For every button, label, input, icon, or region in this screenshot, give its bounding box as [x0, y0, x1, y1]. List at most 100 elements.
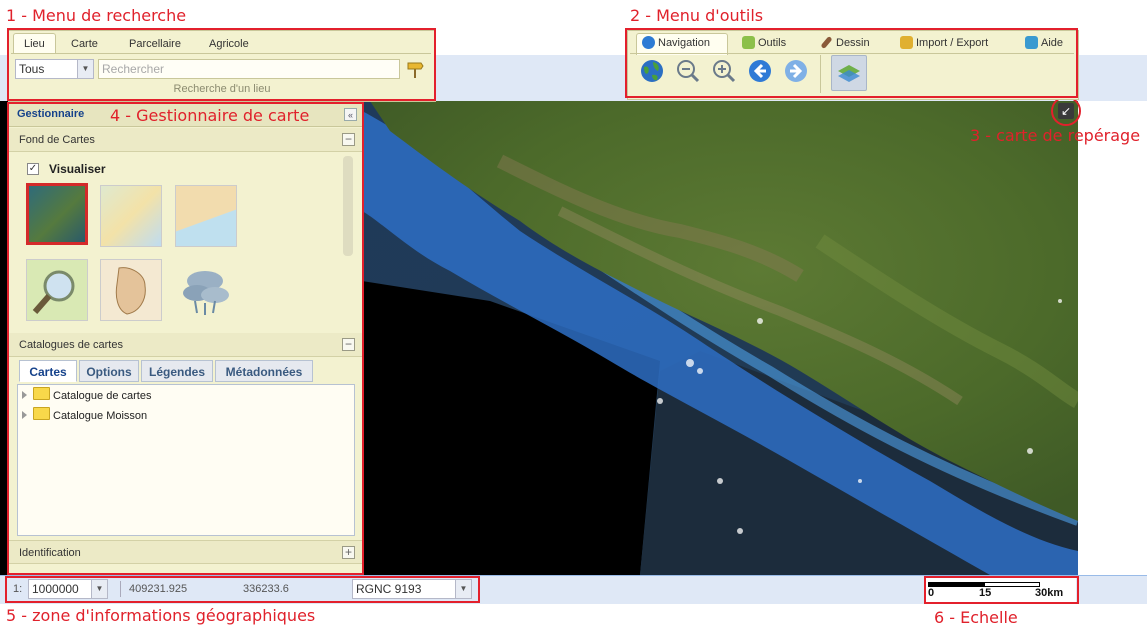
search-panel: Lieu Carte Parcellaire Agricole Tous ▼ R… — [8, 30, 436, 102]
tools-panel: Navigation Outils Dessin Import / Export… — [627, 30, 1079, 100]
tree-item-catalogue-moisson[interactable]: Catalogue Moisson — [22, 407, 147, 425]
expand-icon[interactable] — [22, 391, 27, 399]
full-extent-globe-icon — [641, 60, 663, 82]
basemap-weather[interactable] — [175, 259, 237, 321]
visualize-checkbox[interactable]: ✓ — [27, 163, 39, 175]
catalog-tabs: Cartes Options Légendes Métadonnées — [17, 360, 355, 384]
chevron-down-icon: ▼ — [77, 60, 93, 78]
tab-outils[interactable]: Outils — [740, 33, 786, 53]
tab-divider — [630, 53, 1074, 54]
signpost-icon[interactable] — [405, 59, 425, 79]
collapse-icon[interactable]: − — [342, 133, 355, 146]
tab-navigation-label: Navigation — [658, 37, 710, 49]
manager-title: Gestionnaire — [17, 108, 85, 120]
previous-view-button[interactable] — [746, 57, 774, 85]
collapse-icon[interactable]: − — [342, 338, 355, 351]
geo-info-bar: 1: 1000000 ▼ 409231.925 336233.6 RGNC 91… — [8, 577, 478, 601]
basemap-list: ✓ Visualiser — [9, 153, 349, 333]
globe-icon — [642, 36, 655, 49]
catalog-section-header[interactable]: Catalogues de cartes − — [9, 333, 363, 357]
basemap-section-label: Fond de Cartes — [19, 134, 95, 146]
toolbar-separator — [820, 55, 821, 93]
tab-aide-label: Aide — [1041, 37, 1064, 49]
chevron-down-icon: ▼ — [455, 580, 471, 598]
layers-icon — [838, 65, 860, 82]
basemap-topographic[interactable] — [100, 185, 162, 247]
catalog-tree: Catalogue de cartes Catalogue Moisson — [17, 384, 355, 536]
tab-import-export-label: Import / Export — [916, 37, 989, 49]
tree-item-label: Catalogue Moisson — [53, 410, 148, 422]
tab-divider — [11, 53, 431, 54]
folder-icon — [33, 407, 50, 420]
magnifier-icon — [32, 270, 75, 314]
zoom-out-button[interactable] — [674, 57, 702, 85]
expand-icon[interactable] — [22, 411, 27, 419]
scale-label-15: 15 — [979, 587, 992, 599]
callout-overview-map: 3 - carte de repérage — [970, 126, 1141, 145]
callout-map-manager: 4 - Gestionnaire de carte — [110, 106, 310, 125]
projection-value: RGNC 9193 — [356, 582, 422, 596]
zoom-in-icon — [713, 60, 736, 83]
tab-aide[interactable]: Aide — [1023, 33, 1063, 53]
basemap-search-map[interactable] — [26, 259, 88, 321]
map-manager-panel: Gestionnaire « Fond de Cartes − ✓ Visual… — [8, 103, 364, 575]
search-input[interactable]: Rechercher — [98, 59, 400, 79]
overview-map-button[interactable]: ↙ — [1051, 96, 1081, 126]
tab-legendes[interactable]: Légendes — [141, 360, 213, 382]
zoom-in-button[interactable] — [710, 57, 738, 85]
basemap-satellite[interactable] — [26, 183, 88, 245]
scale-label-0: 0 — [928, 587, 935, 599]
scale-value: 1000000 — [32, 582, 79, 596]
tab-navigation[interactable]: Navigation — [640, 33, 710, 53]
tab-carte[interactable]: Carte — [61, 34, 108, 54]
puzzle-icon — [742, 36, 755, 49]
tab-parcellaire[interactable]: Parcellaire — [119, 34, 191, 54]
divider — [120, 581, 121, 597]
callout-geo-info: 5 - zone d'informations géographiques — [6, 606, 316, 625]
tab-agricole[interactable]: Agricole — [199, 34, 259, 54]
tab-options[interactable]: Options — [79, 360, 139, 382]
tab-metadonnees[interactable]: Métadonnées — [215, 360, 313, 382]
overview-map-icon: ↙ — [1058, 103, 1074, 119]
chevron-down-icon: ▼ — [91, 580, 107, 598]
callout-scale: 6 - Echelle — [934, 608, 1018, 627]
scale-label-30km: 30km — [1035, 587, 1064, 599]
next-view-button[interactable] — [782, 57, 810, 85]
search-filter-select[interactable]: Tous ▼ — [15, 59, 94, 79]
coord-x: 409231.925 — [129, 583, 188, 595]
pencil-icon — [820, 35, 833, 50]
basemap-island-map[interactable] — [100, 259, 162, 321]
search-filter-value: Tous — [19, 62, 45, 76]
layers-button[interactable] — [831, 55, 867, 91]
tree-item-catalogue-de-cartes[interactable]: Catalogue de cartes — [22, 387, 151, 405]
collapse-left-icon[interactable]: « — [344, 108, 357, 121]
arrows-icon — [900, 36, 913, 49]
tab-lieu[interactable]: Lieu — [13, 33, 56, 54]
previous-view-icon — [749, 60, 771, 82]
expand-plus-icon[interactable]: + — [342, 546, 355, 559]
projection-select[interactable]: RGNC 9193 ▼ — [352, 579, 472, 599]
zoom-out-icon — [677, 60, 700, 83]
search-footer: Recherche d'un lieu — [173, 83, 271, 95]
identification-section-header[interactable]: Identification + — [9, 540, 363, 564]
identification-label: Identification — [19, 547, 81, 559]
callout-search-menu: 1 - Menu de recherche — [6, 6, 187, 25]
basemap-scrollbar[interactable] — [343, 156, 353, 256]
basemap-cadastral[interactable] — [175, 185, 237, 247]
tab-cartes[interactable]: Cartes — [19, 360, 77, 382]
scale-prefix: 1: — [13, 583, 23, 595]
catalog-section-label: Catalogues de cartes — [19, 339, 123, 351]
cloud-icon — [183, 271, 229, 315]
basemap-section-header[interactable]: Fond de Cartes − — [9, 128, 363, 152]
island-icon — [115, 267, 146, 315]
callout-tools-menu: 2 - Menu d'outils — [630, 6, 764, 25]
tab-dessin-label: Dessin — [836, 37, 870, 49]
scale-select[interactable]: 1000000 ▼ — [28, 579, 108, 599]
next-view-icon — [785, 60, 807, 82]
tab-dessin[interactable]: Dessin — [818, 33, 870, 53]
full-extent-button[interactable] — [638, 57, 666, 85]
visualize-label: Visualiser — [49, 162, 106, 176]
folder-icon — [33, 387, 50, 400]
coord-y: 336233.6 — [243, 583, 289, 595]
tab-import-export[interactable]: Import / Export — [898, 33, 988, 53]
